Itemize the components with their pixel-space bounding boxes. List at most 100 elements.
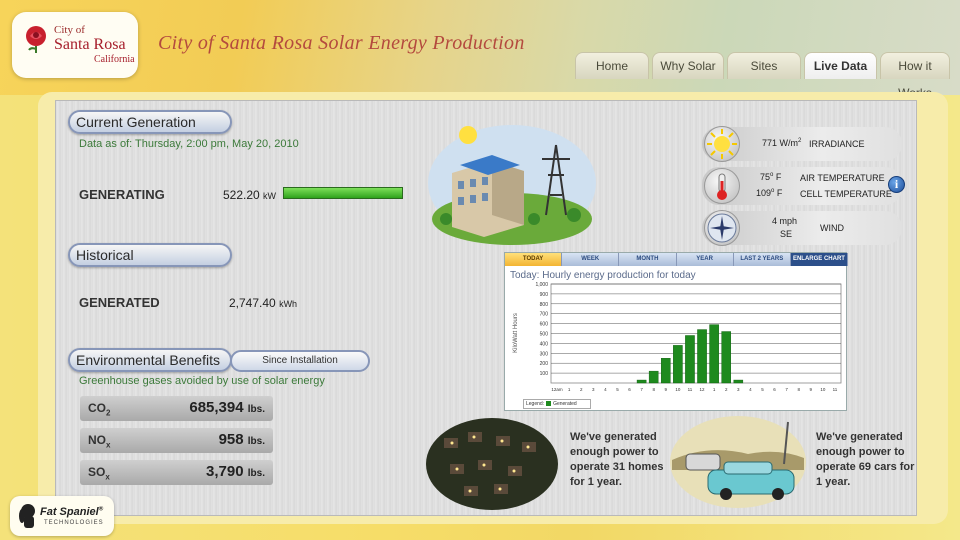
y-tick-label: 1,000 [535, 282, 548, 288]
bar [721, 331, 732, 384]
x-tick-label: 9 [665, 387, 668, 392]
data-as-of: Data as of: Thursday, 2:00 pm, May 20, 2… [79, 138, 299, 150]
generated-total: 2,747.40 kWh [229, 296, 297, 310]
chart-tab-last-2-years[interactable]: LAST 2 YEARS [733, 253, 791, 266]
bar [660, 358, 671, 384]
air-temp-label: AIR TEMPERATURE [800, 173, 885, 183]
x-tick-label: 5 [616, 387, 619, 392]
cell-temp-label: CELL TEMPERATURE [800, 189, 892, 199]
x-tick-label: 11 [688, 387, 693, 392]
co2-row: CO2 685,394 lbs. [80, 396, 273, 421]
gas-amount: 3,790 lbs. [206, 463, 265, 480]
generating-label: GENERATING [79, 187, 165, 202]
wind-direction: SE [780, 229, 793, 239]
enlarge-chart-button[interactable]: ENLARGE CHART [790, 253, 849, 266]
generated-value: 2,747.40 [229, 296, 276, 310]
historical-heading: Historical [68, 243, 232, 267]
generated-unit: kWh [279, 299, 298, 309]
y-tick-label: 900 [540, 292, 549, 298]
solar-building-illustration [428, 125, 596, 245]
x-tick-label: 10 [820, 387, 826, 392]
fat-spaniel-logo[interactable]: Fat Spaniel® TECHNOLOGIES [10, 496, 114, 536]
x-tick-label: 4 [604, 387, 607, 392]
logo-state: California [94, 54, 135, 65]
gas-name: NOx [88, 433, 111, 450]
chart-tab-month[interactable]: MONTH [619, 253, 677, 266]
x-tick-label: 2 [725, 387, 728, 392]
sun-icon [459, 126, 477, 144]
since-installation-tab[interactable]: Since Installation [230, 350, 370, 372]
current-generation-heading: Current Generation [68, 110, 232, 134]
chart-tab-year[interactable]: YEAR [676, 253, 734, 266]
y-tick-label: 200 [540, 361, 549, 367]
sox-row: SOx 3,790 lbs. [80, 460, 273, 485]
chart-tab-week[interactable]: WEEK [562, 253, 620, 266]
sun-icon [704, 126, 740, 162]
x-tick-label: 7 [785, 387, 788, 392]
y-tick-label: 100 [540, 371, 549, 377]
generation-level-bar [283, 187, 403, 199]
bar [648, 370, 659, 384]
logo-city-name: Santa Rosa [54, 36, 126, 53]
y-tick-label: 700 [540, 312, 549, 318]
cars-illustration [670, 416, 806, 508]
air-temp-value: 75o F [760, 172, 782, 182]
logo-city-of: City of [54, 24, 85, 36]
brand-name: Fat Spaniel® [40, 506, 104, 518]
cars-message: We've generated enough power to operate … [816, 431, 915, 488]
x-tick-label: 2 [580, 387, 583, 392]
chart-tabs: TODAY WEEK MONTH YEAR LAST 2 YEARS ENLAR… [505, 253, 849, 266]
homes-illustration [426, 418, 558, 510]
tab-how-it-works[interactable]: How it Works [880, 52, 950, 100]
irradiance-label: IRRADIANCE [809, 139, 865, 149]
gas-name: CO2 [88, 401, 111, 418]
gas-name: SOx [88, 465, 110, 482]
wind-panel: 4 mph SE WIND [702, 210, 902, 246]
thermometer-icon [704, 168, 740, 204]
info-icon[interactable]: i [888, 176, 905, 193]
x-tick-label: 10 [675, 387, 681, 392]
temperature-panel: 75o F AIR TEMPERATURE 109o F CELL TEMPER… [702, 167, 902, 205]
x-tick-label: 1 [713, 387, 716, 392]
x-tick-label: 7 [640, 387, 643, 392]
rose-icon [26, 26, 46, 53]
dog-icon [19, 504, 35, 528]
gas-amount: 958 lbs. [218, 431, 265, 448]
nox-row: NOx 958 lbs. [80, 428, 273, 453]
y-tick-label: 500 [540, 332, 549, 338]
y-tick-label: 600 [540, 322, 549, 328]
x-tick-label: 12am [551, 387, 563, 392]
tab-sites[interactable]: Sites [727, 52, 801, 79]
x-tick-label: 9 [810, 387, 813, 392]
environmental-heading: Environmental Benefits [68, 348, 232, 372]
tab-live-data[interactable]: Live Data [804, 52, 877, 79]
chart-tab-today[interactable]: TODAY [505, 253, 563, 266]
env-subtitle: Greenhouse gases avoided by use of solar… [79, 375, 325, 387]
x-tick-label: 6 [773, 387, 776, 392]
tab-why-solar[interactable]: Why Solar [652, 52, 724, 79]
tab-home[interactable]: Home [575, 52, 649, 79]
x-tick-label: 1 [568, 387, 571, 392]
x-tick-label: 8 [797, 387, 800, 392]
x-tick-label: 6 [628, 387, 631, 392]
current-power: 522.20 kW [223, 188, 276, 202]
chart-title: Today: Hourly energy production for toda… [510, 270, 696, 281]
y-tick-label: 800 [540, 302, 549, 308]
current-power-unit: kW [263, 191, 277, 201]
y-tick-label: 400 [540, 341, 549, 347]
brand-tagline: TECHNOLOGIES [44, 520, 104, 526]
bar [709, 324, 719, 384]
x-tick-label: 5 [761, 387, 764, 392]
bar [636, 379, 647, 384]
energy-chart: TODAY WEEK MONTH YEAR LAST 2 YEARS ENLAR… [504, 252, 849, 411]
x-tick-label: 3 [592, 387, 595, 392]
chart-legend: Legend: Generated [523, 399, 591, 409]
city-logo[interactable]: City of Santa Rosa California [12, 12, 138, 78]
wind-speed: 4 mph [772, 216, 798, 226]
page-title: City of Santa Rosa Solar Energy Producti… [158, 32, 525, 54]
main-nav: Home Why Solar Sites Live Data How it Wo… [575, 52, 950, 100]
x-tick-label: 11 [833, 387, 838, 392]
bar [673, 345, 683, 384]
x-tick-label: 8 [652, 387, 655, 392]
wind-compass-icon [704, 210, 740, 246]
